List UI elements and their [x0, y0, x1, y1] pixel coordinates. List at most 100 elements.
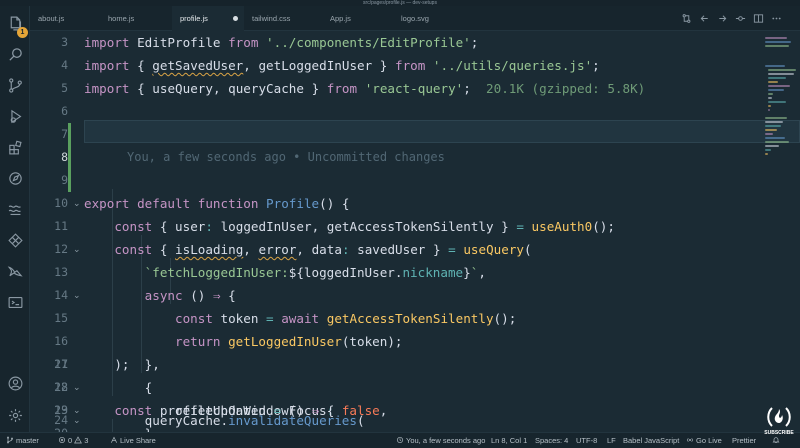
line-number: 7 — [61, 127, 68, 141]
tab-profile-js[interactable]: profile.js — [172, 6, 244, 31]
gitlens-button[interactable] — [0, 194, 30, 224]
code-text: import EditProfile from '../components/E… — [84, 35, 479, 50]
code-editor[interactable]: 3 import EditProfile from '../components… — [30, 31, 800, 432]
remote-explorer-button[interactable] — [0, 163, 30, 193]
broadcast-icon — [687, 438, 693, 442]
run-debug-button[interactable] — [0, 101, 30, 131]
code-text: import { useQuery, queryCache } from 're… — [84, 81, 646, 96]
branch-name: master — [16, 436, 39, 445]
git-added-marker — [68, 123, 71, 146]
unsaved-dot-icon — [233, 16, 238, 21]
branch-status[interactable]: master — [6, 433, 39, 448]
search-button[interactable] — [0, 39, 30, 69]
fold-chevron-icon[interactable]: ⌄ — [73, 238, 81, 261]
line-number: 10 — [54, 196, 68, 210]
timeline-icon — [8, 205, 21, 215]
split-editor-button[interactable] — [752, 12, 764, 24]
problems-status[interactable]: 0 3 — [58, 433, 88, 448]
extensions-button[interactable] — [0, 132, 30, 162]
tab-label: logo.svg — [401, 14, 429, 23]
language-mode[interactable]: Babel JavaScript — [623, 433, 679, 448]
tab-about-js[interactable]: about.js — [30, 6, 100, 31]
code-line: 5 import { useQuery, queryCache } from '… — [30, 77, 800, 100]
code-line: 12 ⌄ const { isLoading, error, data: sav… — [30, 238, 800, 261]
docker-button[interactable] — [0, 225, 30, 255]
code-line: 11 const { user: loggedInUser, getAccess… — [30, 215, 800, 238]
minimap-line — [765, 37, 787, 39]
error-icon — [59, 437, 65, 443]
minimap-line — [765, 149, 771, 151]
minimap-line — [768, 73, 794, 75]
open-changes-button[interactable] — [680, 12, 692, 24]
code-text: { — [144, 380, 153, 395]
status-bar: master 0 3 Live Share You, a few seconds… — [0, 432, 800, 448]
code-text: const token = await getAccessTokenSilent… — [175, 311, 517, 326]
tab-label: profile.js — [180, 14, 208, 23]
minimap[interactable] — [765, 31, 800, 432]
cursor-position[interactable]: Ln 8, Col 1 — [491, 433, 527, 448]
diamond-grid-icon — [7, 232, 23, 248]
subscribe-overlay[interactable]: SUBSCRIBE — [763, 404, 795, 438]
code-line: 9 — [30, 169, 800, 192]
line-number: 3 — [61, 35, 68, 49]
extensions-icon — [8, 140, 22, 154]
git-branch-icon — [7, 436, 13, 444]
minimap-line — [768, 69, 796, 71]
code-line: 13 `fetchLoggedInUser:${loggedInUser.nic… — [30, 261, 800, 284]
previous-change-button[interactable] — [698, 12, 710, 24]
minimap-line — [768, 93, 773, 95]
freecodecamp-logo-icon — [767, 407, 791, 427]
fold-chevron-icon[interactable]: ⌄ — [73, 376, 81, 399]
tab-tailwind-css[interactable]: tailwind.css — [244, 6, 322, 31]
tab-logo-svg[interactable]: logo.svg — [393, 6, 465, 31]
subscribe-label: SUBSCRIBE — [764, 430, 794, 436]
debug-icon — [10, 109, 21, 123]
inline-blame: You, a few seconds ago • Uncommitted cha… — [127, 150, 445, 164]
eol-status[interactable]: LF — [607, 433, 616, 448]
minimap-line — [768, 85, 790, 87]
minimap-line — [768, 109, 770, 111]
commit-graph-button[interactable] — [734, 12, 746, 24]
activity-bar: 1 — [0, 6, 30, 432]
blame-status[interactable]: You, a few seconds ago — [396, 433, 485, 448]
next-change-button[interactable] — [716, 12, 728, 24]
fold-chevron-icon[interactable]: ⌄ — [73, 284, 81, 307]
code-line: 3 import EditProfile from '../components… — [30, 31, 800, 54]
code-line: 20 } — [30, 422, 800, 432]
encoding-status[interactable]: UTF-8 — [576, 433, 597, 448]
minimap-line — [765, 121, 783, 123]
go-live-button[interactable]: Go Live — [686, 433, 722, 448]
line-number: 15 — [54, 311, 68, 325]
minimap-line — [765, 45, 789, 47]
fold-chevron-icon[interactable]: ⌄ — [73, 192, 81, 215]
tab-home-js[interactable]: home.js — [100, 6, 172, 31]
line-number: 8 — [61, 150, 68, 164]
minimap-line — [768, 77, 786, 79]
explorer-button[interactable]: 1 — [0, 8, 30, 38]
minimap-line — [765, 125, 781, 127]
code-text: async () ⇒ { — [144, 288, 236, 303]
tab-label: tailwind.css — [252, 14, 291, 23]
source-control-button[interactable] — [0, 70, 30, 100]
minimap-line — [765, 117, 787, 119]
live-share-button[interactable] — [0, 256, 30, 286]
accounts-button[interactable] — [0, 368, 30, 398]
tab-app-js[interactable]: App.js — [322, 6, 393, 31]
go-live-label: Go Live — [696, 436, 722, 445]
live-share-status[interactable]: Live Share — [110, 433, 156, 448]
code-line-current: 8 You, a few seconds ago • Uncommitted c… — [30, 146, 800, 169]
code-text: export default function Profile() { — [84, 196, 350, 211]
clock-icon — [397, 437, 403, 443]
code-text: refetchOnWindowFocus: false, — [175, 403, 388, 418]
git-commit-icon — [735, 15, 745, 21]
prettier-status[interactable]: Prettier — [732, 433, 756, 448]
gear-icon — [8, 408, 22, 422]
terminal-button[interactable] — [0, 287, 30, 317]
settings-button[interactable] — [0, 400, 30, 430]
compass-icon — [8, 171, 22, 185]
minimap-line — [765, 153, 768, 155]
more-actions-button[interactable] — [770, 12, 782, 24]
line-number: 14 — [54, 288, 68, 302]
line-number: 12 — [54, 242, 68, 256]
indentation-status[interactable]: Spaces: 4 — [535, 433, 568, 448]
